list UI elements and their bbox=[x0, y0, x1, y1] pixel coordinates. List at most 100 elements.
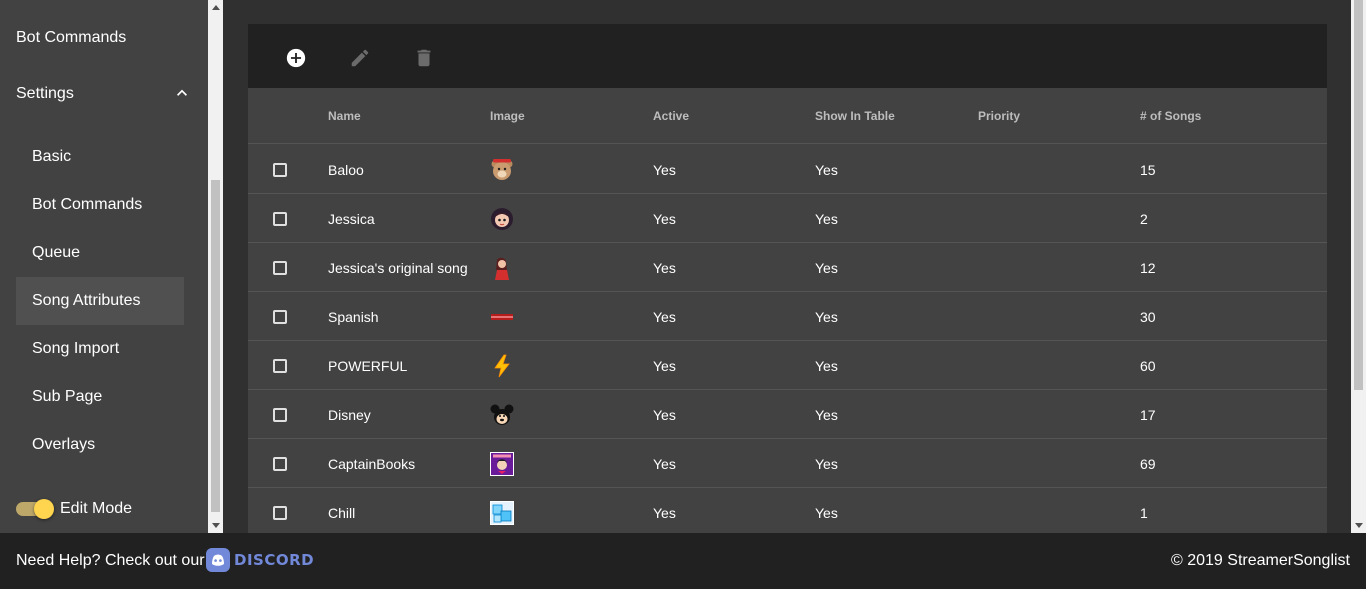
cell-show-in-table: Yes bbox=[815, 211, 838, 227]
sidebar-item-song-import[interactable]: Song Import bbox=[16, 325, 184, 373]
edit-button[interactable] bbox=[348, 46, 372, 70]
cell-song-count: 17 bbox=[1140, 407, 1156, 423]
cell-song-count: 2 bbox=[1140, 211, 1148, 227]
cell-name: CaptainBooks bbox=[328, 456, 416, 472]
delete-button[interactable] bbox=[412, 46, 436, 70]
red-dress-emote bbox=[490, 256, 514, 280]
row-checkbox[interactable] bbox=[273, 408, 287, 422]
sidebar-item-basic[interactable]: Basic bbox=[16, 133, 184, 181]
sidebar-item-bot-commands[interactable]: Bot Commands bbox=[16, 181, 184, 229]
cell-active: Yes bbox=[653, 260, 676, 276]
cell-show-in-table: Yes bbox=[815, 505, 838, 521]
cell-active: Yes bbox=[653, 211, 676, 227]
row-checkbox[interactable] bbox=[273, 310, 287, 324]
main-scroll-thumb[interactable] bbox=[1354, 0, 1363, 390]
cell-show-in-table: Yes bbox=[815, 358, 838, 374]
sidebar-scrollbar[interactable] bbox=[208, 0, 223, 533]
edit-mode-label: Edit Mode bbox=[60, 500, 133, 517]
cell-active: Yes bbox=[653, 309, 676, 325]
table-row[interactable]: Jessica's original song Yes Yes 12 bbox=[248, 243, 1327, 292]
cell-show-in-table: Yes bbox=[815, 260, 838, 276]
scroll-down-arrow-icon[interactable] bbox=[1355, 523, 1363, 528]
edit-mode-switch[interactable] bbox=[16, 499, 54, 519]
table-row[interactable]: Disney Yes Yes 17 bbox=[248, 390, 1327, 439]
table-row[interactable]: Baloo Yes Yes 15 bbox=[248, 145, 1327, 194]
sidebar-item-bot-commands[interactable]: Bot Commands bbox=[16, 29, 126, 47]
edit-mode-toggle-row: Edit Mode bbox=[16, 498, 132, 520]
sidebar-item-song-attributes[interactable]: Song Attributes bbox=[16, 277, 184, 325]
help-text: Need Help? Check out our bbox=[16, 552, 205, 569]
jessica-emote bbox=[490, 207, 514, 231]
row-checkbox[interactable] bbox=[273, 261, 287, 275]
sidebar: Bot Commands Settings Basic Bot Commands Q… bbox=[0, 0, 208, 533]
mickey-emote bbox=[490, 403, 514, 427]
add-button[interactable] bbox=[284, 46, 308, 70]
discord-logo-icon bbox=[206, 548, 230, 572]
footer: Need Help? Check out our DISCORD © 2019 … bbox=[0, 533, 1366, 589]
table-row[interactable]: POWERFUL Yes Yes 60 bbox=[248, 341, 1327, 390]
column-header-priority[interactable]: Priority bbox=[978, 109, 1020, 123]
cell-name: POWERFUL bbox=[328, 358, 408, 374]
cell-active: Yes bbox=[653, 407, 676, 423]
scroll-up-arrow-icon[interactable] bbox=[212, 5, 220, 10]
sidebar-item-settings-label: Settings bbox=[16, 85, 74, 102]
cell-name: Baloo bbox=[328, 162, 364, 178]
row-checkbox[interactable] bbox=[273, 506, 287, 520]
row-checkbox[interactable] bbox=[273, 163, 287, 177]
column-header-image[interactable]: Image bbox=[490, 109, 525, 123]
cell-song-count: 12 bbox=[1140, 260, 1156, 276]
cell-active: Yes bbox=[653, 162, 676, 178]
table-toolbar bbox=[248, 24, 1327, 88]
captain-emote bbox=[490, 452, 514, 476]
cell-song-count: 15 bbox=[1140, 162, 1156, 178]
ice-emote bbox=[490, 501, 514, 525]
cell-song-count: 69 bbox=[1140, 456, 1156, 472]
bear-emote bbox=[490, 158, 514, 182]
cell-name: Jessica's original song bbox=[328, 260, 468, 276]
copyright-text: © 2019 StreamerSonglist bbox=[1171, 552, 1350, 569]
cell-song-count: 60 bbox=[1140, 358, 1156, 374]
cell-active: Yes bbox=[653, 505, 676, 521]
discord-link[interactable]: DISCORD bbox=[205, 545, 314, 575]
table-header-row: Name Image Active Show In Table Priority… bbox=[248, 88, 1327, 144]
cell-show-in-table: Yes bbox=[815, 456, 838, 472]
trash-icon bbox=[417, 49, 431, 67]
table-row[interactable]: Chill Yes Yes 1 bbox=[248, 488, 1327, 533]
sidebar-item-sub-page[interactable]: Sub Page bbox=[16, 373, 184, 421]
table-row[interactable]: Spanish Yes Yes 30 bbox=[248, 292, 1327, 341]
sidebar-item-settings[interactable]: Settings bbox=[16, 85, 192, 105]
add-circle-icon bbox=[286, 48, 306, 68]
column-header-name[interactable]: Name bbox=[328, 109, 361, 123]
cell-name: Jessica bbox=[328, 211, 375, 227]
song-attributes-panel: Name Image Active Show In Table Priority… bbox=[248, 24, 1327, 533]
sidebar-scroll-thumb[interactable] bbox=[211, 180, 220, 512]
red-banner-emote bbox=[490, 305, 514, 329]
lightning-emote bbox=[490, 354, 514, 378]
sidebar-item-queue[interactable]: Queue bbox=[16, 229, 184, 277]
cell-show-in-table: Yes bbox=[815, 407, 838, 423]
column-header-song-count[interactable]: # of Songs bbox=[1140, 109, 1201, 123]
cell-name: Spanish bbox=[328, 309, 379, 325]
cell-song-count: 1 bbox=[1140, 505, 1148, 521]
cell-active: Yes bbox=[653, 456, 676, 472]
sidebar-item-overlays[interactable]: Overlays bbox=[16, 421, 184, 469]
cell-show-in-table: Yes bbox=[815, 309, 838, 325]
cell-name: Chill bbox=[328, 505, 356, 521]
cell-show-in-table: Yes bbox=[815, 162, 838, 178]
cell-name: Disney bbox=[328, 407, 371, 423]
column-header-active[interactable]: Active bbox=[653, 109, 689, 123]
switch-knob bbox=[34, 499, 54, 519]
main-scrollbar[interactable] bbox=[1351, 0, 1366, 533]
cell-active: Yes bbox=[653, 358, 676, 374]
row-checkbox[interactable] bbox=[273, 359, 287, 373]
column-header-show-in-table[interactable]: Show In Table bbox=[815, 109, 895, 123]
cell-song-count: 30 bbox=[1140, 309, 1156, 325]
table-row[interactable]: CaptainBooks Yes Yes 69 bbox=[248, 439, 1327, 488]
pencil-icon bbox=[351, 49, 369, 67]
discord-wordmark: DISCORD bbox=[234, 551, 315, 569]
row-checkbox[interactable] bbox=[273, 212, 287, 226]
scroll-down-arrow-icon[interactable] bbox=[212, 523, 220, 528]
chevron-up-icon bbox=[177, 89, 187, 96]
row-checkbox[interactable] bbox=[273, 457, 287, 471]
table-row[interactable]: Jessica Yes Yes 2 bbox=[248, 194, 1327, 243]
